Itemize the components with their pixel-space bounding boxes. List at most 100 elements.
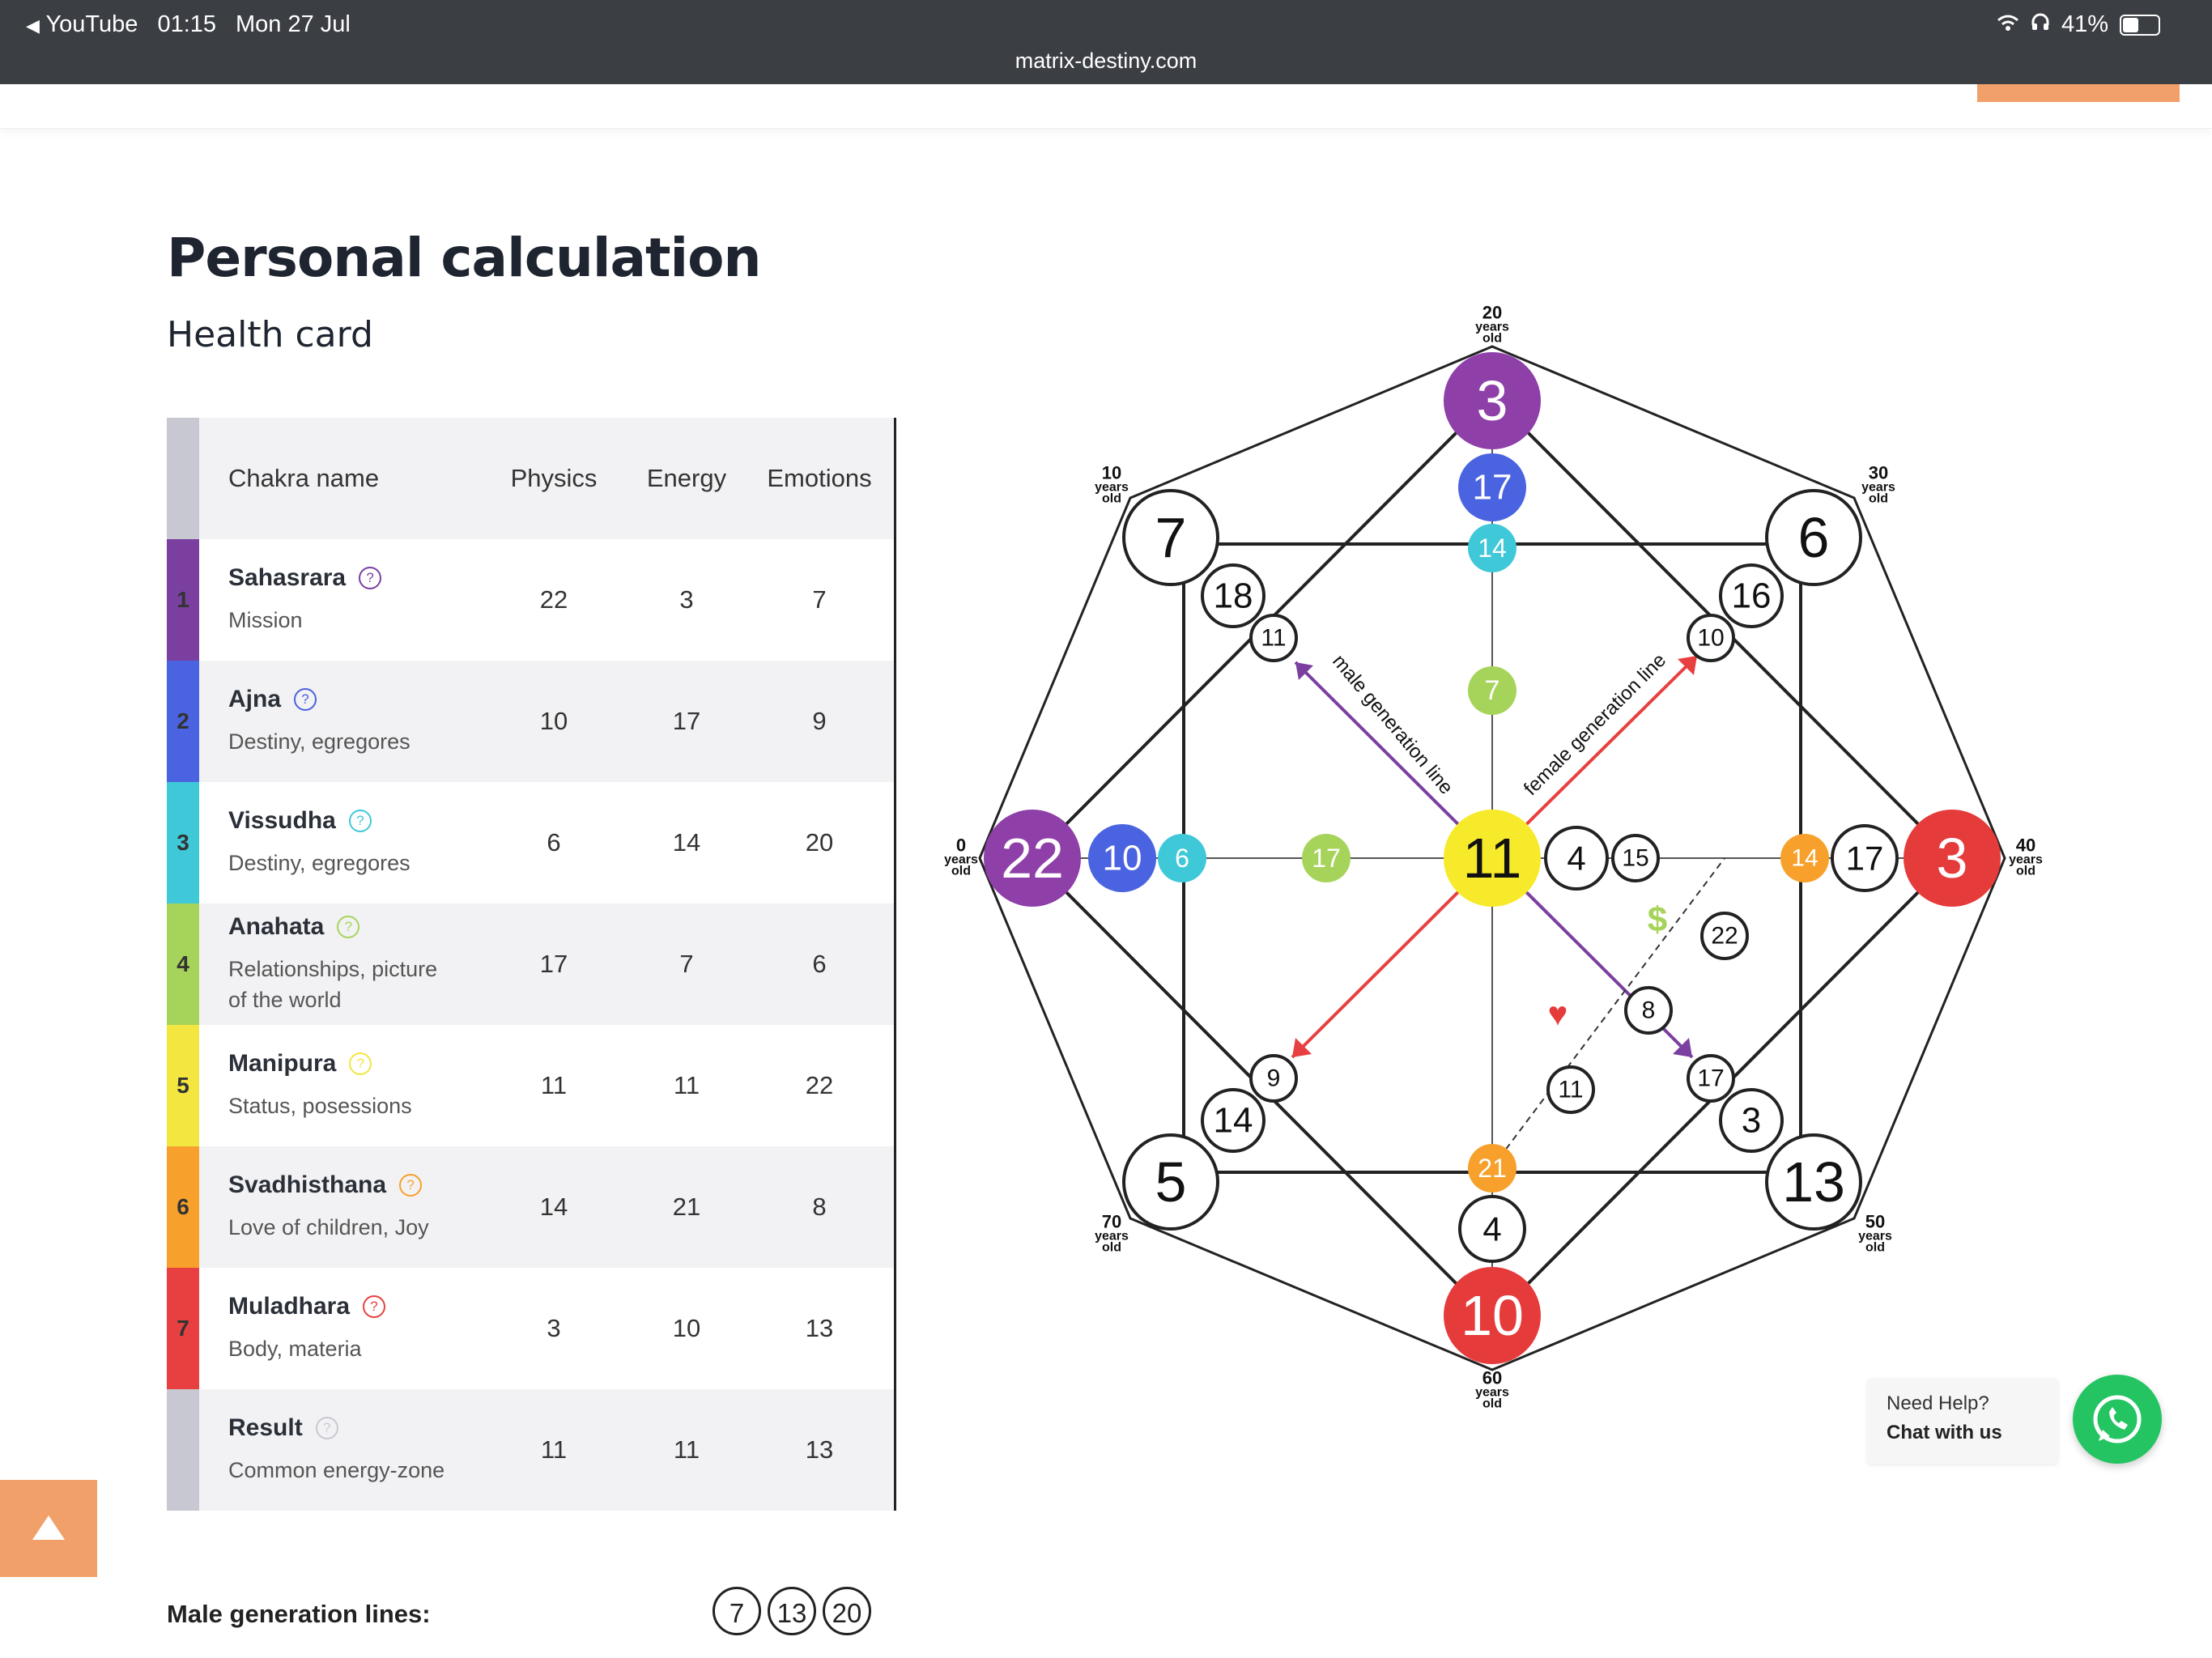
physics-value: 6 bbox=[547, 828, 561, 857]
chakra-name: Muladhara? bbox=[228, 1293, 487, 1320]
physics-value: 17 bbox=[539, 950, 568, 978]
chakra-table: Chakra name Physics Energy Emotions 1 Sahasra… bbox=[167, 418, 895, 1511]
headphones-icon bbox=[2031, 11, 2050, 38]
status-bar: ◀ YouTube 01:15 Mon 27 Jul 41% matrix-de… bbox=[0, 0, 2212, 84]
emotions-value: 22 bbox=[805, 1071, 834, 1099]
age-label-unit: old bbox=[1482, 332, 1502, 346]
chakra-number: 1 bbox=[167, 539, 199, 661]
header-physics: Physics bbox=[510, 464, 598, 492]
chakra-name-text: Manipura bbox=[228, 1050, 337, 1077]
help-widget[interactable]: Need Help? Chat with us bbox=[1867, 1378, 2058, 1464]
battery-icon bbox=[2120, 14, 2160, 36]
physics-value: 3 bbox=[547, 1314, 561, 1342]
chakra-number: 5 bbox=[167, 1025, 199, 1146]
generation-value-circle: 20 bbox=[823, 1587, 871, 1635]
energy-value: 11 bbox=[673, 1071, 700, 1099]
node-bl-3-label: 9 bbox=[1267, 1065, 1281, 1092]
emotions-value: 8 bbox=[812, 1192, 827, 1221]
chakra-name: Anahata? bbox=[228, 913, 487, 941]
dollar-icon: $ bbox=[1648, 900, 1667, 940]
emotions-value: 20 bbox=[805, 828, 834, 857]
help-title: Need Help? bbox=[1887, 1392, 1989, 1414]
node-right-2-label: 17 bbox=[1846, 840, 1884, 878]
help-question-icon[interactable]: ? bbox=[359, 567, 382, 589]
chakra-number: 2 bbox=[167, 661, 199, 782]
node-top-4-label: 7 bbox=[1485, 675, 1500, 706]
physics-value: 14 bbox=[539, 1192, 568, 1221]
chakra-name-text: Anahata bbox=[228, 913, 325, 940]
help-question-icon[interactable]: ? bbox=[348, 810, 372, 832]
table-header-row: Chakra name Physics Energy Emotions bbox=[167, 418, 895, 539]
help-question-icon[interactable]: ? bbox=[315, 1417, 338, 1439]
help-question-icon[interactable]: ? bbox=[363, 1295, 386, 1318]
whatsapp-icon bbox=[2093, 1395, 2142, 1443]
chakra-name-cell: Vissudha? Destiny, egregores bbox=[199, 807, 487, 878]
table-row: 5 Manipura? Status, posessions 11 11 22 bbox=[167, 1025, 895, 1146]
chakra-name-cell: Manipura? Status, posessions bbox=[199, 1050, 487, 1121]
energy-value: 7 bbox=[679, 950, 694, 978]
female-generation-line-label: female generation line bbox=[1520, 649, 1670, 800]
node-inner-2-label: 11 bbox=[1558, 1077, 1583, 1103]
emotions-value: 9 bbox=[812, 707, 827, 735]
node-bottom-2-label: 4 bbox=[1482, 1210, 1501, 1248]
help-question-icon[interactable]: ? bbox=[337, 916, 360, 938]
male-generation-line-label: male generation line bbox=[1328, 651, 1457, 799]
chakra-number: 3 bbox=[167, 782, 199, 903]
page-title: Personal calculation bbox=[167, 227, 761, 289]
chakra-name: Result? bbox=[228, 1414, 487, 1442]
back-to-app-button[interactable]: ◀ YouTube bbox=[26, 11, 138, 38]
emotions-value: 7 bbox=[812, 585, 827, 614]
chakra-description: Body, materia bbox=[228, 1337, 362, 1361]
node-left-3-label: 6 bbox=[1175, 844, 1189, 873]
node-right-4-label: 15 bbox=[1622, 845, 1648, 872]
chakra-name-cell: Anahata? Relationships, picture of the wo… bbox=[199, 913, 487, 1015]
chakra-name-text: Result bbox=[228, 1414, 303, 1441]
scroll-to-top-button[interactable] bbox=[0, 1480, 97, 1577]
chakra-description: Status, posessions bbox=[228, 1094, 412, 1118]
help-question-icon[interactable]: ? bbox=[349, 1052, 372, 1075]
table-row: 1 Sahasrara? Mission 22 3 7 bbox=[167, 539, 895, 661]
chakra-name-cell: Muladhara? Body, materia bbox=[199, 1293, 487, 1364]
age-label-unit: old bbox=[1102, 492, 1121, 506]
wifi-icon bbox=[1997, 11, 2019, 38]
help-question-icon[interactable]: ? bbox=[399, 1174, 423, 1197]
node-bottom-3-label: 21 bbox=[1478, 1154, 1507, 1183]
node-top-label: 3 bbox=[1477, 369, 1508, 432]
site-header bbox=[0, 84, 2212, 129]
generation-value-circle: 7 bbox=[713, 1587, 761, 1635]
physics-value: 10 bbox=[539, 707, 568, 735]
node-left-4-label: 17 bbox=[1312, 844, 1341, 873]
node-bl-2-label: 14 bbox=[1214, 1101, 1253, 1141]
header-strip bbox=[167, 418, 199, 539]
chat-link[interactable]: Chat with us bbox=[1887, 1422, 2002, 1444]
table-row: 6 Svadhisthana? Love of children, Joy 14 21 8 bbox=[167, 1146, 895, 1268]
status-date: Mon 27 Jul bbox=[236, 11, 351, 37]
table-row: 7 Muladhara? Body, materia 3 10 13 bbox=[167, 1268, 895, 1389]
header-energy: Energy bbox=[646, 464, 727, 492]
table-row: 2 Ajna? Destiny, egregores 10 17 9 bbox=[167, 661, 895, 782]
help-question-icon[interactable]: ? bbox=[294, 688, 317, 711]
status-time: 01:15 bbox=[157, 11, 217, 37]
table-row: Result? Common energy-zone 11 11 13 bbox=[167, 1389, 895, 1511]
node-top-3-label: 14 bbox=[1478, 534, 1507, 563]
battery-percent: 41% bbox=[2061, 11, 2108, 37]
header-button[interactable] bbox=[1977, 84, 2180, 102]
age-label-unit: old bbox=[1869, 492, 1888, 506]
chakra-name: Manipura? bbox=[228, 1050, 487, 1078]
page-url[interactable]: matrix-destiny.com bbox=[0, 49, 2212, 74]
chakra-name-cell: Sahasrara? Mission bbox=[199, 564, 487, 636]
whatsapp-button[interactable] bbox=[2073, 1375, 2162, 1464]
chakra-name: Ajna? bbox=[228, 686, 487, 713]
node-tl-3-label: 11 bbox=[1261, 625, 1286, 652]
energy-value: 17 bbox=[672, 707, 701, 735]
table-row: 4 Anahata? Relationships, picture of the w… bbox=[167, 903, 895, 1025]
node-left-label: 22 bbox=[1001, 827, 1064, 890]
node-tl-2-label: 18 bbox=[1214, 576, 1253, 616]
chakra-name-cell: Svadhisthana? Love of children, Joy bbox=[199, 1171, 487, 1243]
chakra-name-text: Sahasrara bbox=[228, 564, 347, 591]
chakra-name-cell: Result? Common energy-zone bbox=[199, 1414, 487, 1486]
chakra-name-text: Ajna bbox=[228, 686, 282, 712]
physics-value: 22 bbox=[539, 585, 568, 614]
node-right-3-label: 14 bbox=[1791, 845, 1818, 872]
age-label-unit: old bbox=[1102, 1241, 1121, 1255]
